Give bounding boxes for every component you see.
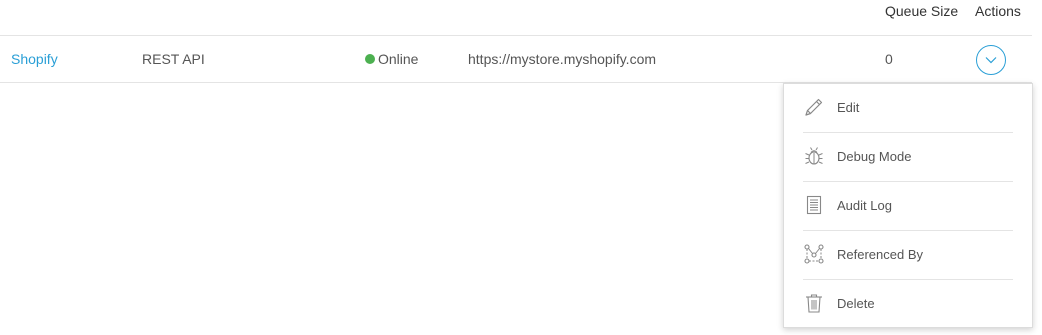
network-nodes-icon <box>804 244 824 264</box>
column-header-actions: Actions <box>975 3 1021 19</box>
menu-item-referenced-by[interactable]: Referenced By <box>784 231 1032 280</box>
table-header: Queue Size Actions <box>0 0 1032 36</box>
status-badge: Online <box>365 51 418 67</box>
document-list-icon <box>806 195 822 215</box>
menu-item-label: Referenced By <box>837 247 923 262</box>
status-dot-icon <box>365 54 375 64</box>
integration-type: REST API <box>142 51 205 67</box>
menu-item-audit-log[interactable]: Audit Log <box>784 182 1032 231</box>
table-row: Shopify REST API Online https://mystore.… <box>0 36 1032 83</box>
menu-item-label: Delete <box>837 296 875 311</box>
menu-item-label: Debug Mode <box>837 149 912 164</box>
menu-item-delete[interactable]: Delete <box>784 280 1032 329</box>
trash-icon <box>806 294 822 313</box>
bug-icon <box>805 147 823 165</box>
queue-size-value: 0 <box>885 51 893 67</box>
menu-item-label: Audit Log <box>837 198 892 213</box>
actions-menu: Edit Debug Mode Audit Log Referenced By … <box>783 83 1033 328</box>
integration-name-link[interactable]: Shopify <box>11 51 58 67</box>
pencil-icon <box>805 98 823 116</box>
menu-item-edit[interactable]: Edit <box>784 84 1032 133</box>
integrations-page: Queue Size Actions Shopify REST API Onli… <box>0 0 1042 335</box>
column-header-queue-size: Queue Size <box>885 3 959 19</box>
menu-item-debug-mode[interactable]: Debug Mode <box>784 133 1032 182</box>
actions-dropdown-toggle[interactable] <box>976 45 1006 75</box>
chevron-down-icon <box>985 57 997 64</box>
integration-url: https://mystore.myshopify.com <box>468 51 657 67</box>
status-label: Online <box>378 51 419 67</box>
menu-item-label: Edit <box>837 100 860 115</box>
